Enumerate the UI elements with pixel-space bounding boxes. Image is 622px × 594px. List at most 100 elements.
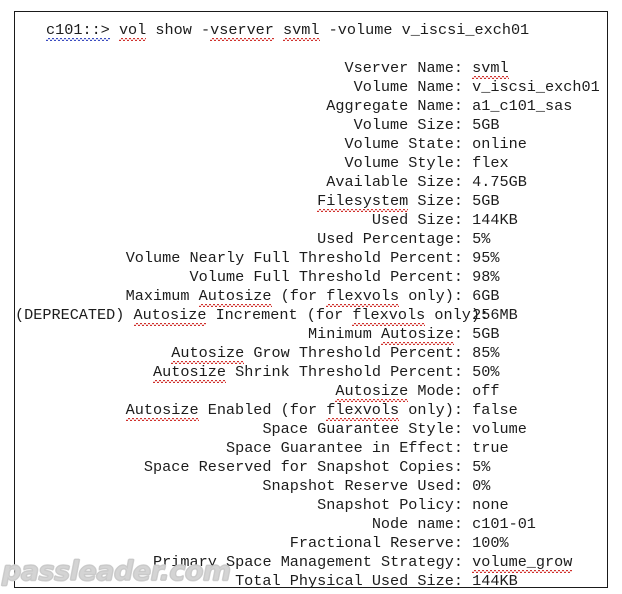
detail-value: c101-01 [472,515,536,533]
detail-value: volume_grow [472,553,573,573]
detail-value: online [472,135,527,153]
label-token: Size [417,116,454,134]
misspelled-word: Autosize [133,306,207,326]
label-token: Node [371,515,409,533]
label-token: Policy [399,496,454,514]
detail-label: Volume Name: [15,78,463,97]
detail-row: Space Guarantee Style: volume [15,420,607,439]
detail-value: 95% [472,249,500,267]
detail-value: off [472,382,500,400]
label-token: Threshold [298,363,381,381]
detail-row: Aggregate Name: a1_c101_sas [15,97,607,116]
shell-prompt: c101::> [46,21,110,41]
label-token: : [453,420,463,438]
label-token: Volume [189,268,245,286]
detail-label: Volume State: [15,135,463,154]
detail-row: Space Guarantee in Effect: true [15,439,607,458]
label-token: Name [417,59,454,77]
label-token: : [453,59,463,77]
label-token: ) [444,401,454,419]
label-token: Space [225,553,272,571]
detail-label: Filesystem Size: [15,192,463,212]
detail-label: Available Size: [15,173,463,192]
label-token [217,553,226,571]
detail-label: Autosize Grow Threshold Percent: [15,344,463,364]
command-space-4 [274,21,283,39]
label-token: : [453,363,463,381]
detail-gap [463,154,472,172]
label-token [272,458,281,476]
label-token: Threshold [298,344,381,362]
label-token: : [453,230,463,248]
label-token: Threshold [298,268,381,286]
detail-gap [463,135,472,153]
detail-label: Used Size: [15,211,463,230]
command-value-volume: v_iscsi_exch01 [401,21,530,39]
label-token: ( [306,306,316,324]
label-token: Volume [344,135,400,153]
label-token: : [453,477,463,495]
label-token: : [453,173,463,191]
detail-row: Primary Space Management Strategy: volum… [15,553,607,573]
detail-label: Space Guarantee in Effect: [15,439,463,458]
label-token [199,401,208,419]
label-token: Volume [344,154,400,172]
label-token: Volume [353,78,409,96]
label-token: Effect [399,439,454,457]
detail-label: Space Guarantee Style: [15,420,463,439]
label-token: ( [280,401,290,419]
label-token: Management [280,553,372,571]
label-token: Guarantee [280,439,363,457]
detail-label: Autosize Enabled (for flexvols only): [15,401,463,421]
label-token: Used [317,230,354,248]
detail-gap [463,192,472,210]
label-token [390,439,399,457]
detail-value: a1_c101_sas [472,97,573,115]
misspelled-word: Autosize [380,325,454,345]
label-token [372,325,381,343]
label-token: Snapshot [317,496,391,514]
detail-row: Autosize Grow Threshold Percent: 85% [15,344,607,364]
detail-label: Node name: [15,515,463,534]
label-token: Guarantee [317,420,400,438]
detail-value: 98% [472,268,500,286]
detail-label: (DEPRECATED) Autosize Increment (for fle… [15,306,489,326]
label-token: Vserver [344,59,409,77]
label-token: : [453,287,463,305]
label-token [381,534,390,552]
label-token: : [453,458,463,476]
label-token: for [289,287,318,305]
label-token: Used [371,211,409,229]
detail-label: Autosize Mode: [15,382,463,402]
label-token: Percent [390,344,454,362]
label-token: : [453,211,463,229]
label-token: Percentage [362,230,454,248]
detail-value: 100% [472,534,509,552]
misspelled-word: Autosize [125,401,199,421]
detail-value: flex [472,154,509,172]
label-token [124,306,133,324]
label-token [244,268,253,286]
label-token [290,344,299,362]
command-line[interactable]: c101::> vol show --vservervserver svml -… [15,21,607,41]
detail-row: Autosize Enabled (for flexvols only): fa… [15,401,607,421]
label-token [290,249,299,267]
misspelled-word: Autosize [153,363,226,383]
label-token: State [408,135,454,153]
label-token [381,249,390,267]
detail-gap [463,211,472,229]
detail-row: Snapshot Reserve Used: 0% [15,477,607,496]
label-token [363,439,372,457]
detail-row: (DEPRECATED) Autosize Increment (for fle… [15,306,607,326]
label-token: Aggregate [326,97,409,115]
label-token: : [453,135,463,153]
label-token [308,420,317,438]
label-token [244,249,253,267]
label-token: Mode [417,382,454,400]
detail-value: 0% [472,477,491,495]
label-token [390,458,399,476]
label-token: Minimum [308,325,372,343]
detail-gap [463,401,472,419]
label-token: for [289,401,318,419]
label-token: : [453,344,463,362]
